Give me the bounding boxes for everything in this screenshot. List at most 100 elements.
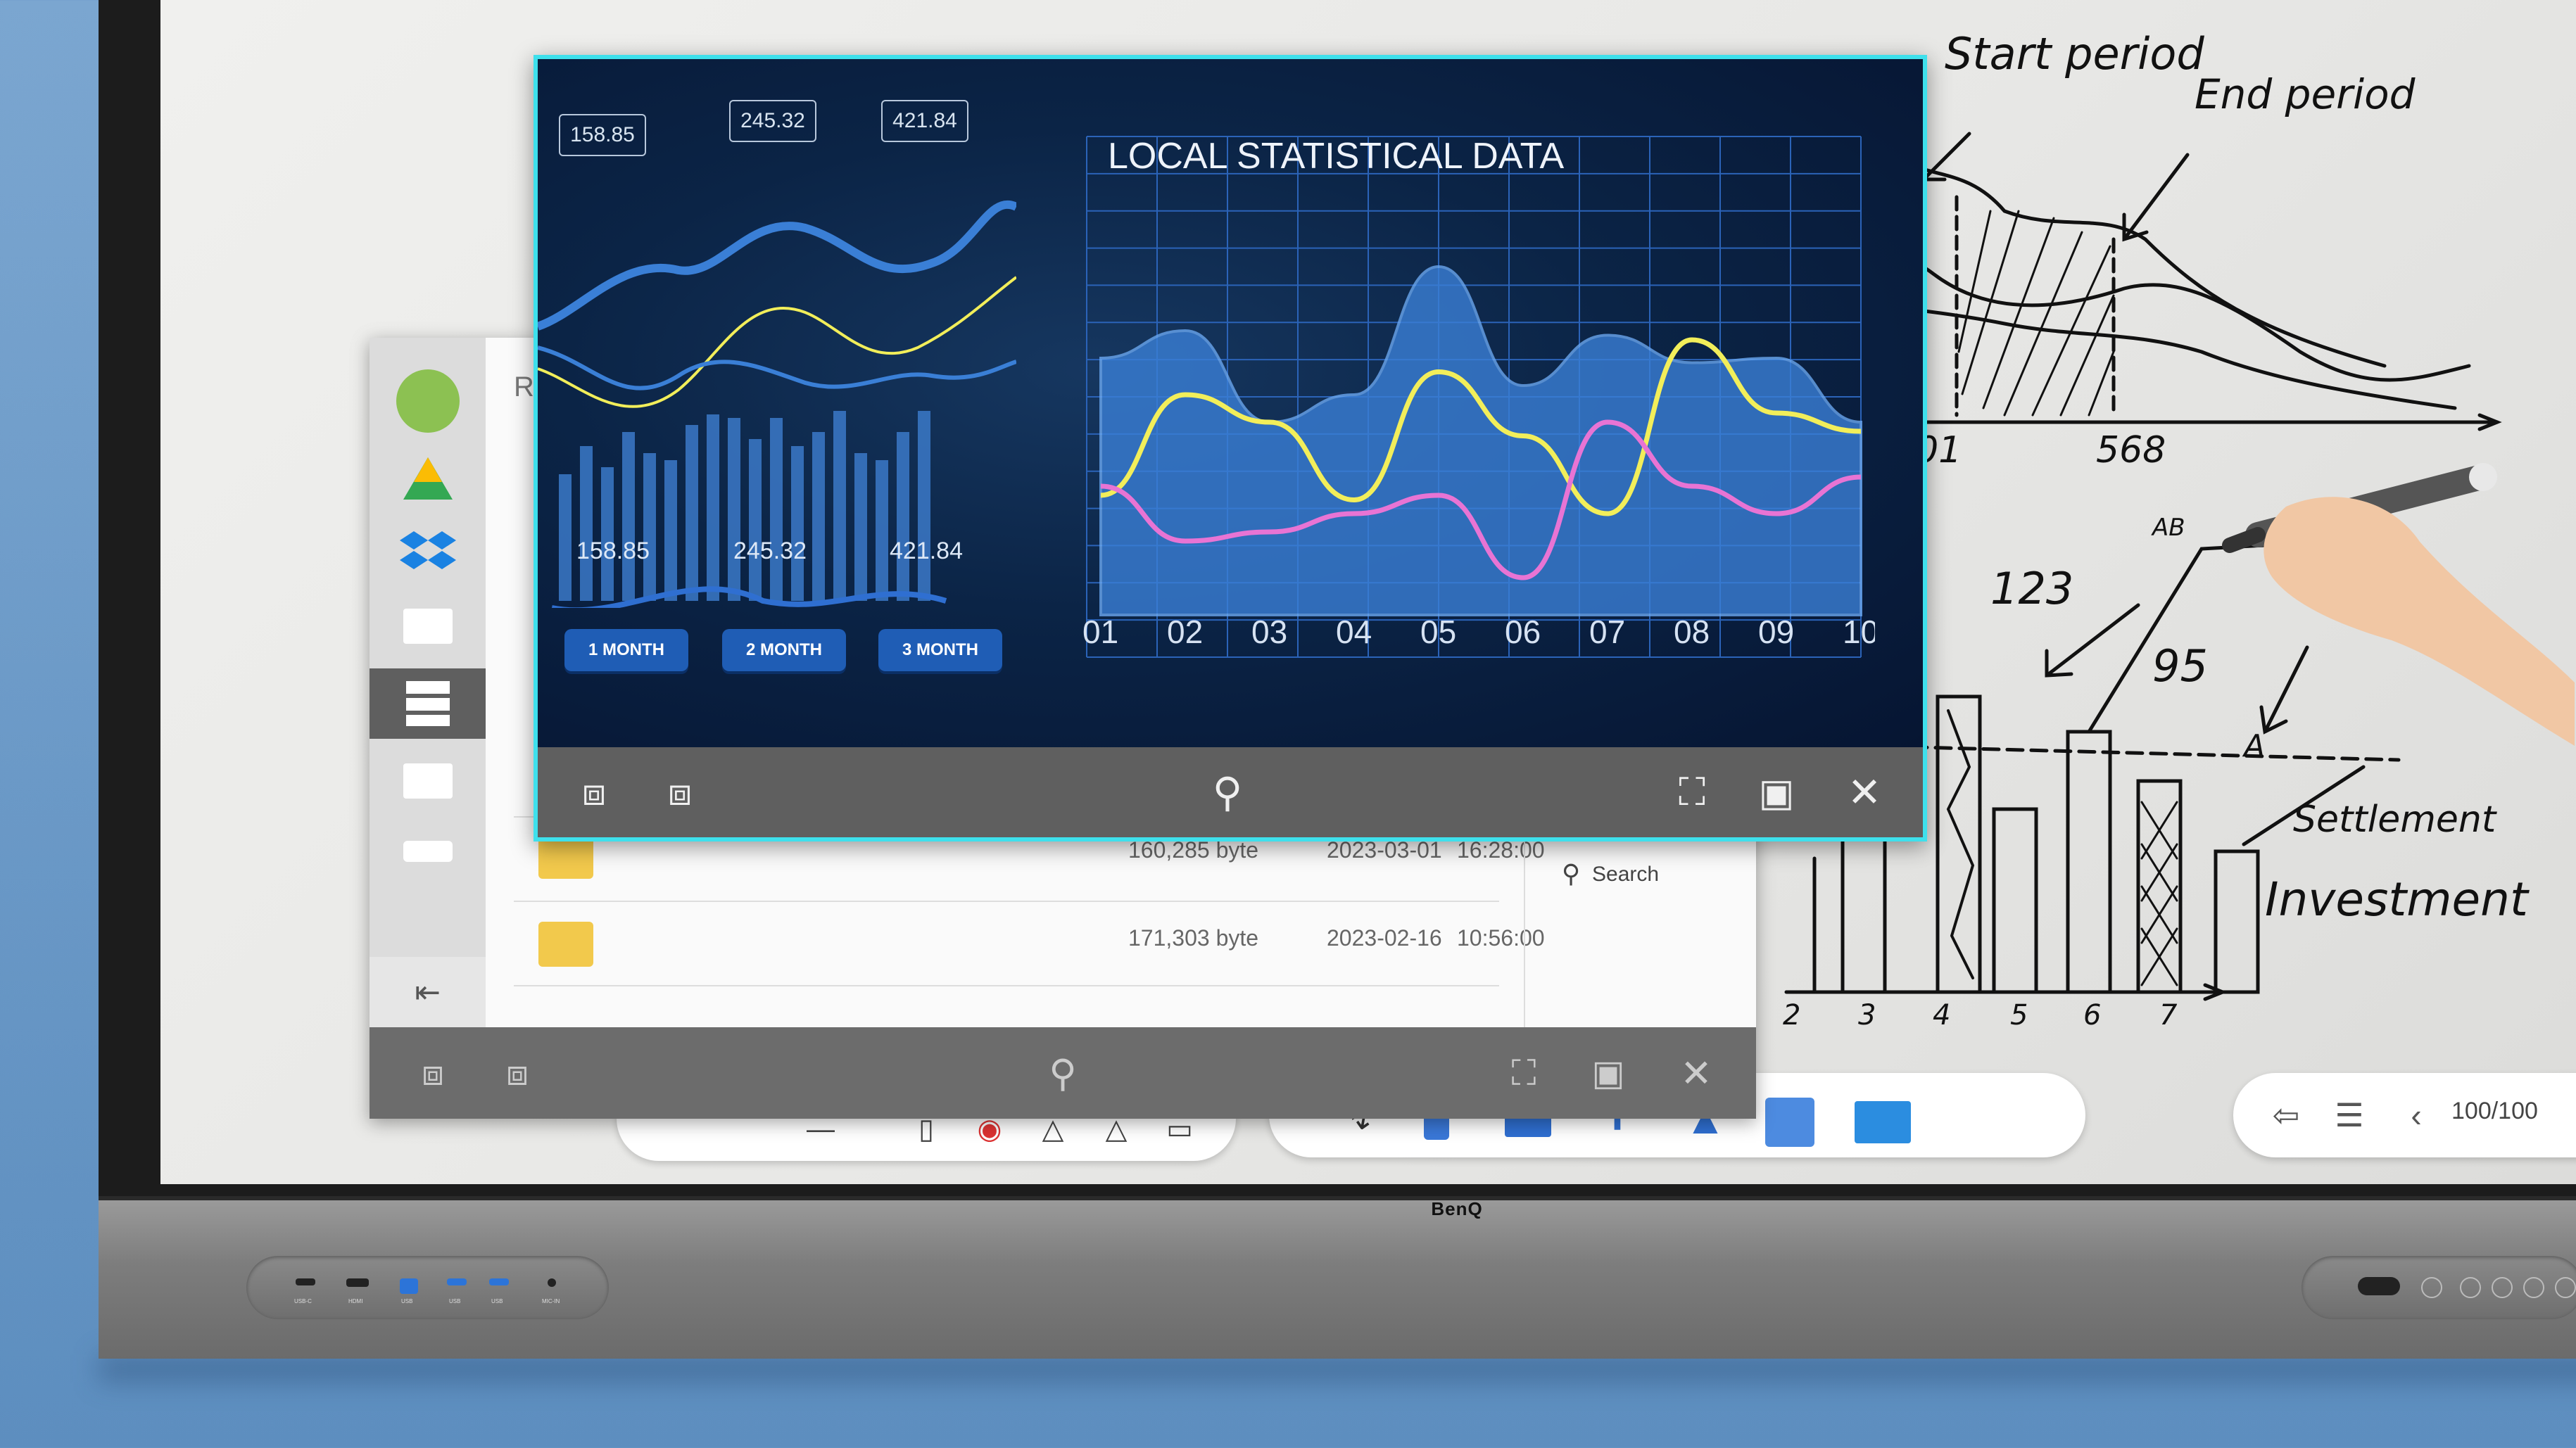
settings-icon[interactable]: ☰ xyxy=(2325,1091,2374,1140)
network-folder-icon[interactable] xyxy=(370,591,486,661)
hand-with-pen xyxy=(2222,463,2575,746)
exit-icon[interactable]: ⇤ xyxy=(370,957,486,1027)
file-row-2[interactable]: 171,303 byte 2023-02-16 10:56:00 xyxy=(517,915,1545,978)
hdmi-port[interactable] xyxy=(346,1278,369,1287)
usb-port[interactable] xyxy=(447,1278,467,1285)
chart-title: LOCAL STATISTICAL DATA xyxy=(1108,136,1565,177)
x-tick-label: 02 xyxy=(1167,614,1203,650)
mini-line-chart xyxy=(538,201,1016,408)
x-tick-label: 09 xyxy=(1758,614,1794,650)
control-button[interactable] xyxy=(2492,1277,2513,1298)
port-label: USB xyxy=(491,1298,503,1304)
bar-value-1: 158.85 xyxy=(576,538,650,564)
undo-icon[interactable]: ⇦ xyxy=(2261,1091,2311,1140)
dropbox-icon[interactable] xyxy=(370,517,486,588)
panel-divider xyxy=(1524,830,1525,1027)
label-123: 123 xyxy=(1990,563,2074,614)
tag-value-2: 245.32 xyxy=(729,100,816,142)
control-button[interactable] xyxy=(2421,1277,2442,1298)
port-label: HDMI xyxy=(348,1298,363,1304)
resize-icon[interactable]: ⛶ xyxy=(1496,1045,1552,1101)
axis-label-3: 3 xyxy=(1858,999,1876,1031)
usb-port[interactable] xyxy=(489,1278,509,1285)
axis-label-6: 6 xyxy=(2083,999,2102,1031)
google-drive-icon[interactable] xyxy=(370,443,486,514)
mini-bar-chart xyxy=(552,411,947,608)
control-button[interactable] xyxy=(2555,1277,2576,1298)
split-left-icon[interactable]: ⧈ xyxy=(405,1045,461,1101)
series-area xyxy=(1099,265,1862,616)
axis-label-5: 5 xyxy=(2010,999,2028,1031)
usb-c-port[interactable] xyxy=(296,1278,315,1285)
x-tick-label: 06 xyxy=(1505,614,1541,650)
file-manager-header: R xyxy=(514,371,534,402)
file-size: 171,303 byte xyxy=(1128,925,1259,951)
close-icon[interactable]: ✕ xyxy=(1668,1045,1724,1101)
label-end-period: End period xyxy=(2195,70,2416,118)
x-tick-labels: 01 02 03 04 05 06 07 08 09 10 xyxy=(1082,614,1875,650)
axis-label-2: 2 xyxy=(1783,999,1801,1031)
row-divider xyxy=(514,985,1499,986)
x-tick-label: 05 xyxy=(1420,614,1456,650)
page-indicator: 100/100 xyxy=(2451,1098,2538,1124)
month-button-3[interactable]: 3 MONTH xyxy=(878,629,1002,671)
port-label: USB xyxy=(401,1298,413,1304)
folder-icon[interactable] xyxy=(370,746,486,816)
usb-port[interactable] xyxy=(400,1278,418,1294)
port-label: USB xyxy=(449,1298,461,1304)
file-manager-toolbar: ⧈ ⧈ ⚲ ⛶ ▣ ✕ xyxy=(370,1027,1756,1119)
close-icon[interactable]: ✕ xyxy=(1836,764,1893,820)
toolbox-icon[interactable] xyxy=(1855,1101,1911,1143)
control-button[interactable] xyxy=(2523,1277,2544,1298)
split-right-icon[interactable]: ⧈ xyxy=(489,1045,545,1101)
x-tick-label: 04 xyxy=(1336,614,1372,650)
statistics-content: 158.85 245.32 421.84 158.85 245.32 421.8… xyxy=(538,59,1923,747)
label-start-period: Start period xyxy=(1945,28,2204,80)
month-button-1[interactable]: 1 MONTH xyxy=(564,629,688,671)
axis-label-4: 4 xyxy=(1933,999,1951,1031)
note-investment: Investment xyxy=(2265,872,2528,927)
statistics-window-toolbar: ⧈ ⧈ ⚲ ⛶ ▣ ✕ xyxy=(538,747,1923,837)
mic-in-port[interactable] xyxy=(548,1278,556,1287)
port-label: USB-C xyxy=(294,1298,312,1304)
split-left-icon[interactable]: ⧈ xyxy=(566,764,622,820)
search-label: Search xyxy=(1592,863,1660,886)
monitor-shadow xyxy=(99,1354,2576,1383)
tag-value-3: 421.84 xyxy=(881,100,968,142)
image-insert-icon[interactable] xyxy=(1765,1098,1814,1147)
fullscreen-icon[interactable]: ▣ xyxy=(1580,1045,1636,1101)
whiteboard-screen[interactable]: Start period End period 301 568 123 95 A… xyxy=(160,0,2576,1184)
search-icon: ⚲ xyxy=(1561,859,1581,888)
x-tick-label: 03 xyxy=(1251,614,1287,650)
label-x-568: 568 xyxy=(2096,429,2166,471)
split-right-icon[interactable]: ⧈ xyxy=(652,764,708,820)
server-icon[interactable] xyxy=(370,668,486,739)
resize-icon[interactable]: ⛶ xyxy=(1664,764,1720,820)
local-folder-icon[interactable] xyxy=(370,366,486,436)
statistics-window[interactable]: 158.85 245.32 421.84 158.85 245.32 421.8… xyxy=(533,55,1927,842)
row-divider xyxy=(514,901,1499,902)
fullscreen-icon[interactable]: ▣ xyxy=(1748,764,1805,820)
bar-value-2: 245.32 xyxy=(733,538,807,564)
file-manager-sidebar: ⇤ xyxy=(370,338,486,1027)
brand-logo: BenQ xyxy=(1431,1198,1483,1219)
note-settlement: Settlement xyxy=(2293,799,2496,841)
port-label: MIC-IN xyxy=(542,1298,560,1304)
power-button[interactable] xyxy=(2358,1277,2400,1295)
search-button[interactable]: ⚲ Search xyxy=(1555,858,1731,894)
x-tick-label: 01 xyxy=(1082,614,1118,650)
bar-value-3: 421.84 xyxy=(890,538,963,564)
front-control-panel xyxy=(2302,1256,2576,1319)
month-button-2[interactable]: 2 MONTH xyxy=(722,629,846,671)
x-tick-label: 08 xyxy=(1674,614,1710,650)
usb-drive-icon[interactable] xyxy=(370,816,486,887)
front-port-panel: USB-C HDMI USB USB USB MIC-IN xyxy=(246,1256,609,1319)
image-file-icon xyxy=(538,922,593,967)
x-tick-label: 07 xyxy=(1589,614,1625,650)
file-date: 2023-02-16 xyxy=(1327,925,1442,951)
statistical-chart: LOCAL STATISTICAL DATA 01 02 03 04 05 06 07 08 0… xyxy=(1082,136,1875,658)
pin-icon[interactable]: ⚲ xyxy=(1035,1045,1091,1101)
pin-icon[interactable]: ⚲ xyxy=(1199,764,1256,820)
prev-page-icon[interactable]: ‹ xyxy=(2392,1091,2441,1140)
control-button[interactable] xyxy=(2460,1277,2481,1298)
